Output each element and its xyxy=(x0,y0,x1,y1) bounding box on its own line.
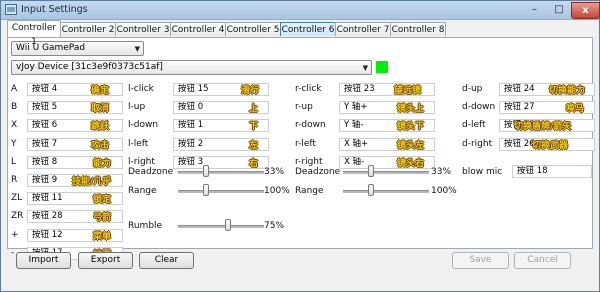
btn-label-7: ZR xyxy=(11,211,24,221)
blow-mic-field[interactable]: 按钮 18 xyxy=(512,165,592,178)
dpad-label-2: d-left xyxy=(462,120,486,130)
lstick-label-2: l-down xyxy=(128,120,159,130)
btn-label-1: B xyxy=(11,102,18,112)
tab-controller-4[interactable]: Controller 4 xyxy=(170,22,226,36)
btn-annotation-7: 弓箭 xyxy=(93,213,112,223)
btn-annotation-2: 跳跃 xyxy=(91,122,110,132)
maximize-icon: □ xyxy=(554,4,564,15)
dpad-annotation-0: 切换能力 xyxy=(549,86,586,96)
btn-annotation-0: 确定 xyxy=(91,86,110,96)
input-device-select[interactable]: vJoy Device [31c3e9f0373c51af] ▼ xyxy=(11,60,372,75)
rstick-label-2: r-down xyxy=(295,120,326,130)
lstick-annotation-0: 滑行 xyxy=(241,86,260,96)
left-range-slider[interactable] xyxy=(203,184,209,196)
btn-label-8: + xyxy=(11,230,19,240)
lstick-label-0: l-click xyxy=(128,84,154,94)
right-range-track xyxy=(343,190,429,193)
rumble-label: Rumble xyxy=(128,221,163,231)
rstick-annotation-3: 镜头左 xyxy=(397,141,425,151)
device-connected-indicator xyxy=(376,61,388,73)
lstick-annotation-2: 下 xyxy=(249,122,259,132)
btn-label-3: Y xyxy=(11,139,17,149)
right-range-value: 100% xyxy=(431,186,457,196)
btn-annotation-5: 技能/几乎 xyxy=(72,177,112,187)
rstick-label-0: r-click xyxy=(295,84,322,94)
btn-annotation-3: 攻击 xyxy=(91,141,110,151)
dpad-label-3: d-right xyxy=(462,139,493,149)
left-range-track xyxy=(178,190,264,193)
chevron-down-icon: ▼ xyxy=(362,64,368,72)
btn-label-0: A xyxy=(11,84,18,94)
btn-label-6: ZL xyxy=(11,193,23,203)
rstick-annotation-1: 镜头上 xyxy=(397,104,425,114)
btn-label-2: X xyxy=(11,120,18,130)
rstick-annotation-4: 镜头右 xyxy=(397,159,425,169)
chevron-down-icon: ▼ xyxy=(134,45,140,53)
btn-label-9: - xyxy=(11,248,15,258)
dpad-label-1: d-down xyxy=(462,102,496,112)
btn-annotation-4: 能力 xyxy=(93,159,112,169)
left-range-value: 100% xyxy=(264,186,290,196)
input-settings-window: Input Settings – □ x Controller 1 Control… xyxy=(0,0,600,292)
lstick-label-3: l-left xyxy=(128,139,149,149)
blow-mic-label: blow mic xyxy=(462,167,503,177)
lstick-annotation-3: 左 xyxy=(249,141,259,151)
minimize-icon: – xyxy=(532,4,537,15)
input-device-value: vJoy Device [31c3e9f0373c51af] xyxy=(16,62,163,72)
right-deadzone-label: Deadzone xyxy=(295,167,341,177)
right-deadzone-slider[interactable] xyxy=(368,165,374,177)
lstick-annotation-4: 右 xyxy=(249,159,259,169)
tab-controller-1[interactable]: Controller 1 xyxy=(7,20,61,47)
left-deadzone-slider[interactable] xyxy=(203,165,209,177)
app-icon xyxy=(5,4,17,15)
rumble-slider[interactable] xyxy=(225,219,231,231)
rstick-label-1: r-up xyxy=(295,102,313,112)
import-button[interactable]: Import xyxy=(16,252,71,269)
left-deadzone-value: 33% xyxy=(264,167,285,177)
rstick-annotation-2: 镜头下 xyxy=(397,122,425,132)
right-deadzone-track xyxy=(343,171,429,174)
rstick-annotation-0: 望远镜 xyxy=(394,86,422,96)
window-title: Input Settings xyxy=(21,4,88,15)
tab-controller-8[interactable]: Controller 8 xyxy=(390,22,446,36)
dpad-annotation-2: 切换盾牌/箭矢 xyxy=(514,122,572,132)
dpad-annotation-3: 切换武器 xyxy=(532,141,569,151)
rstick-label-3: r-left xyxy=(295,139,316,149)
lstick-label-4: l-right xyxy=(128,157,155,167)
cancel-button[interactable]: Cancel xyxy=(514,252,571,269)
close-icon: x xyxy=(582,5,589,16)
btn-annotation-6: 锁定 xyxy=(93,195,112,205)
right-range-slider[interactable] xyxy=(368,184,374,196)
clear-button[interactable]: Clear xyxy=(139,252,194,269)
tab-controller-3[interactable]: Controller 3 xyxy=(115,22,171,36)
maximize-button[interactable]: □ xyxy=(547,2,571,17)
lstick-annotation-1: 上 xyxy=(249,104,259,114)
title-bar: Input Settings – □ x xyxy=(1,1,600,20)
left-range-label: Range xyxy=(128,186,157,196)
minimize-button[interactable]: – xyxy=(522,2,547,17)
lstick-label-1: l-up xyxy=(128,102,146,112)
rumble-track xyxy=(178,225,264,228)
close-button[interactable]: x xyxy=(571,2,600,19)
btn-label-4: L xyxy=(11,157,17,167)
tab-controller-7[interactable]: Controller 7 xyxy=(335,22,391,36)
dpad-label-0: d-up xyxy=(462,84,483,94)
right-range-label: Range xyxy=(295,186,324,196)
rstick-label-4: r-right xyxy=(295,157,323,167)
left-deadzone-label: Deadzone xyxy=(128,167,174,177)
tab-controller-5[interactable]: Controller 5 xyxy=(225,22,281,36)
rumble-value: 75% xyxy=(264,221,285,231)
tab-controller-2[interactable]: Controller 2 xyxy=(60,22,116,36)
btn-label-5: R xyxy=(11,175,18,185)
btn-annotation-8: 菜单 xyxy=(93,232,112,242)
btn-annotation-1: 取消 xyxy=(91,104,110,114)
dpad-annotation-1: 唤马 xyxy=(566,104,585,114)
left-deadzone-track xyxy=(178,171,264,174)
export-button[interactable]: Export xyxy=(78,252,133,269)
emulated-device-value: Wii U GamePad xyxy=(16,43,86,53)
right-deadzone-value: 33% xyxy=(431,167,452,177)
tab-controller-6[interactable]: Controller 6 xyxy=(280,22,336,36)
save-button[interactable]: Save xyxy=(452,252,509,269)
